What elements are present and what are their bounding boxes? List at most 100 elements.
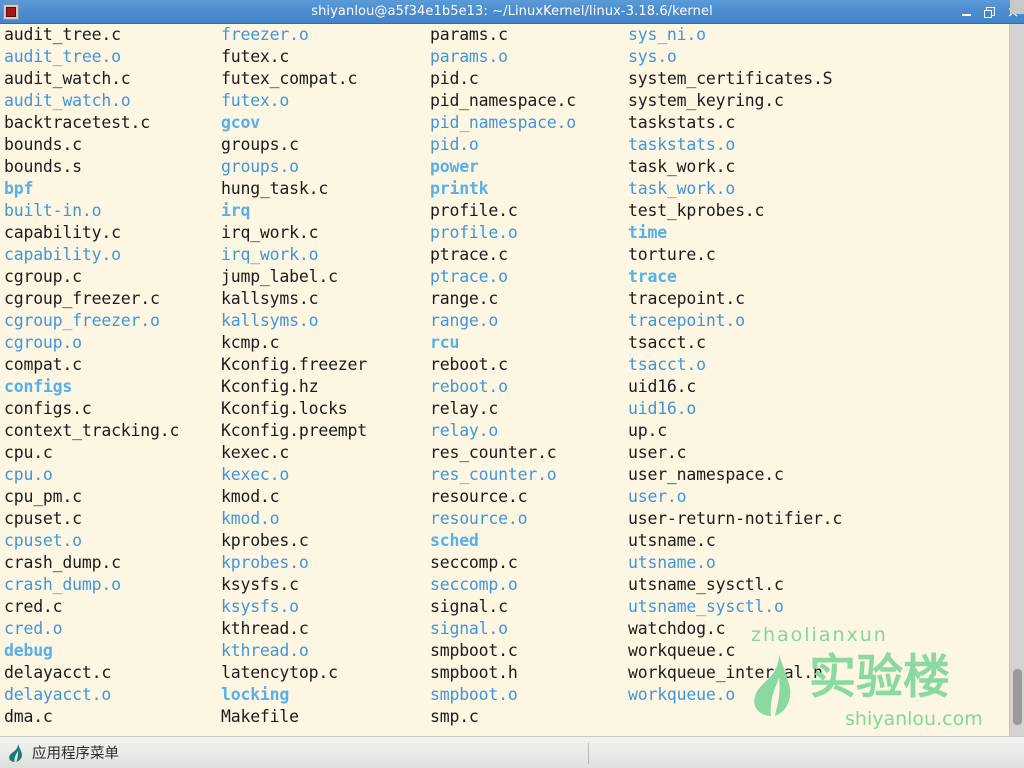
file-entry-file: torture.c xyxy=(628,245,716,264)
file-entry-file: dma.c xyxy=(4,707,53,726)
leaf-icon xyxy=(8,743,23,762)
file-listing-row: bounds.c groups.c pid.o taskstats.o xyxy=(0,134,1009,156)
file-listing-row: dma.c Makefile smp.c xyxy=(0,706,1009,728)
file-entry-file: pid.c xyxy=(430,69,479,88)
file-entry-file: futex_compat.c xyxy=(221,69,358,88)
file-listing-row: cpu.c kexec.c res_counter.c user.c xyxy=(0,442,1009,464)
file-entry-directory: printk xyxy=(430,179,489,198)
file-listing-row: configs Kconfig.hz reboot.o uid16.c xyxy=(0,376,1009,398)
file-listing-row: compat.c Kconfig.freezer reboot.c tsacct.o xyxy=(0,354,1009,376)
file-entry-file: profile.c xyxy=(430,201,518,220)
file-entry-file: kprobes.c xyxy=(221,531,309,550)
file-entry-directory: trace xyxy=(628,267,677,286)
file-entry-object: cgroup_freezer.o xyxy=(4,311,160,330)
file-entry-file: Makefile xyxy=(221,707,299,726)
file-listing-row: capability.o irq_work.o ptrace.c torture.c xyxy=(0,244,1009,266)
file-entry-directory: rcu xyxy=(430,333,460,352)
file-entry-object: taskstats.o xyxy=(628,135,736,154)
file-entry-object: utsname_sysctl.o xyxy=(628,597,784,616)
file-entry-object: ptrace.o xyxy=(430,267,508,286)
file-entry-file: bounds.c xyxy=(4,135,82,154)
file-entry-file: kcmp.c xyxy=(221,333,280,352)
file-entry-file: params.c xyxy=(430,25,508,44)
file-entry-file: cpu.c xyxy=(4,443,53,462)
file-entry-file: Kconfig.locks xyxy=(221,399,348,418)
file-entry-file: delayacct.c xyxy=(4,663,112,682)
file-entry-file: watchdog.c xyxy=(628,619,726,638)
file-listing-row: crash_dump.o ksysfs.c seccomp.o utsname_sys… xyxy=(0,574,1009,596)
file-entry-object: pid.o xyxy=(430,135,479,154)
taskbar: 应用程序菜单 xyxy=(0,736,1024,768)
file-entry-file: cgroup_freezer.c xyxy=(4,289,160,308)
file-listing-row: cgroup.c jump_label.c ptrace.o trace xyxy=(0,266,1009,288)
file-entry-object: built-in.o xyxy=(4,201,102,220)
file-entry-object: params.o xyxy=(430,47,508,66)
file-listing-row: context_tracking.c Kconfig.preempt relay.o… xyxy=(0,420,1009,442)
file-entry-object: profile.o xyxy=(430,223,518,242)
file-entry-file: futex.c xyxy=(221,47,290,66)
file-entry-file: bounds.s xyxy=(4,157,82,176)
file-entry-file: tracepoint.c xyxy=(628,289,745,308)
file-entry-object: kmod.o xyxy=(221,509,280,528)
file-entry-file: capability.c xyxy=(4,223,121,242)
file-entry-directory: debug xyxy=(4,641,53,660)
window-titlebar[interactable]: shiyanlou@a5f34e1b5e13: ~/LinuxKernel/li… xyxy=(0,0,1024,24)
file-entry-file: resource.c xyxy=(430,487,528,506)
file-entry-file: backtracetest.c xyxy=(4,113,151,132)
file-entry-object: sys.o xyxy=(628,47,677,66)
file-entry-file: tsacct.c xyxy=(628,333,706,352)
maximize-button[interactable] xyxy=(983,4,997,20)
file-entry-file: ptrace.c xyxy=(430,245,508,264)
file-entry-file: cred.c xyxy=(4,597,63,616)
terminal-icon xyxy=(3,3,19,20)
applications-menu-label: 应用程序菜单 xyxy=(32,746,119,762)
file-entry-object: range.o xyxy=(430,311,499,330)
file-entry-file: audit_watch.c xyxy=(4,69,131,88)
file-entry-file: workqueue_internal.h xyxy=(628,663,823,682)
file-listing-row: delayacct.o locking smpboot.o workqueue.o xyxy=(0,684,1009,706)
desktop: shiyanlou@a5f34e1b5e13: ~/LinuxKernel/li… xyxy=(0,0,1024,768)
file-listing-row: debug kthread.o smpboot.c workqueue.c xyxy=(0,640,1009,662)
terminal-scrollbar[interactable] xyxy=(1009,24,1024,736)
tray-corner xyxy=(1010,0,1024,14)
file-entry-file: range.c xyxy=(430,289,499,308)
file-listing-row: delayacct.c latencytop.c smpboot.h workqueu… xyxy=(0,662,1009,684)
file-entry-file: crash_dump.c xyxy=(4,553,121,572)
file-entry-object: futex.o xyxy=(221,91,290,110)
file-entry-directory: power xyxy=(430,157,479,176)
file-entry-object: resource.o xyxy=(430,509,528,528)
file-entry-object: seccomp.o xyxy=(430,575,518,594)
file-entry-file: irq_work.c xyxy=(221,223,319,242)
file-listing-row: bpf hung_task.c printk task_work.o xyxy=(0,178,1009,200)
file-entry-object: workqueue.o xyxy=(628,685,736,704)
file-entry-file: latencytop.c xyxy=(221,663,338,682)
file-entry-object: tracepoint.o xyxy=(628,311,745,330)
file-entry-object: utsname.o xyxy=(628,553,716,572)
file-entry-file: Kconfig.preempt xyxy=(221,421,368,440)
file-entry-file: configs.c xyxy=(4,399,92,418)
file-entry-directory: configs xyxy=(4,377,73,396)
file-listing-row: configs.c Kconfig.locks relay.c uid16.o xyxy=(0,398,1009,420)
file-entry-file: ksysfs.c xyxy=(221,575,299,594)
file-entry-file: reboot.c xyxy=(430,355,508,374)
file-entry-file: jump_label.c xyxy=(221,267,338,286)
window-title: shiyanlou@a5f34e1b5e13: ~/LinuxKernel/li… xyxy=(311,4,713,19)
scrollbar-thumb[interactable] xyxy=(1013,669,1022,725)
file-entry-file: compat.c xyxy=(4,355,82,374)
file-entry-object: cgroup.o xyxy=(4,333,82,352)
file-listing-row: cgroup.o kcmp.c rcu tsacct.c xyxy=(0,332,1009,354)
file-entry-file: smpboot.h xyxy=(430,663,518,682)
file-entry-file: res_counter.c xyxy=(430,443,557,462)
applications-menu-button[interactable]: 应用程序菜单 xyxy=(0,737,129,768)
terminal-output-area[interactable]: audit_tree.c freezer.o params.c sys_ni.o aud… xyxy=(0,24,1009,736)
file-entry-object: ksysfs.o xyxy=(221,597,299,616)
file-listing-row: audit_watch.o futex.o pid_namespace.c syste… xyxy=(0,90,1009,112)
minimize-button[interactable] xyxy=(960,4,974,20)
file-entry-object: kprobes.o xyxy=(221,553,309,572)
file-listing-row: cpuset.o kprobes.c sched utsname.c xyxy=(0,530,1009,552)
file-entry-object: relay.o xyxy=(430,421,499,440)
file-entry-object: tsacct.o xyxy=(628,355,706,374)
file-entry-object: audit_watch.o xyxy=(4,91,131,110)
file-entry-object: task_work.o xyxy=(628,179,736,198)
file-entry-object: sys_ni.o xyxy=(628,25,706,44)
